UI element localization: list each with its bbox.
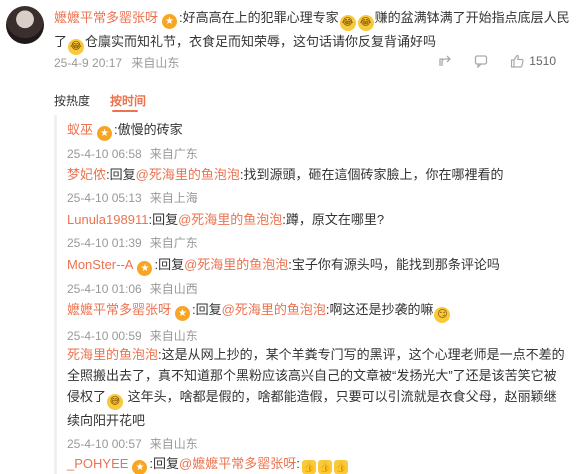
member-badge-icon: ★ bbox=[137, 261, 153, 276]
reply-time: 25-4-10 00:57 bbox=[67, 437, 142, 451]
tab-by-time[interactable]: 按时间 bbox=[110, 92, 146, 109]
member-badge-icon: ★ bbox=[175, 306, 191, 321]
avatar[interactable] bbox=[6, 6, 44, 44]
list-item: Lunula198911:回复@死海里的鱼泡泡:蹲，原文在哪里? 25-4-10… bbox=[67, 209, 567, 251]
reply-time: 25-4-10 05:13 bbox=[67, 191, 142, 205]
facepalm-emoji-icon: 😅 bbox=[107, 394, 124, 410]
main-comment-location: 来自山东 bbox=[131, 56, 180, 70]
like-icon bbox=[510, 54, 524, 68]
reply-mention[interactable]: @死海里的鱼泡泡 bbox=[178, 212, 282, 227]
reply-text: :啊这还是抄袭的嘛 bbox=[325, 302, 434, 317]
reply-prefix: :回复 bbox=[154, 257, 185, 272]
main-comment-actions: 1510 bbox=[438, 54, 556, 69]
sort-tabs: 按热度 按时间 bbox=[54, 92, 146, 112]
reply-time: 25-4-10 01:39 bbox=[67, 236, 142, 250]
reply-text: :找到源頭，砸在這個砖家臉上，你在哪裡看的 bbox=[239, 167, 504, 182]
reply-text: :傲慢的砖家 bbox=[114, 122, 183, 137]
like-count: 1510 bbox=[529, 54, 556, 68]
list-item: 死海里的鱼泡泡:这是从网上抄的，某个羊粪专门写的黑评，这个心理老师是一点不差的全… bbox=[67, 344, 567, 452]
main-comment-meta: 25-4-9 20:17 来自山东 bbox=[54, 54, 179, 71]
main-comment-username[interactable]: 嬷嬷平常多罂张呀 bbox=[54, 10, 158, 25]
smirk-emoji-icon: 😏 bbox=[434, 307, 451, 323]
tab-by-heat[interactable]: 按热度 bbox=[54, 92, 90, 109]
reply-location: 来自山西 bbox=[149, 282, 198, 296]
reply-mention[interactable]: @死海里的鱼泡泡 bbox=[136, 167, 240, 182]
like-button[interactable]: 1510 bbox=[510, 54, 556, 68]
reply-list: 蚁巫 ★:傲慢的砖家 25-4-10 06:58 来自广东 梦妃侬:回复@死海里的鱼… bbox=[54, 115, 574, 474]
main-comment-body: 嬷嬷平常多罂张呀 ★:好高高在上的犯罪心理专家 😂 😂 赚的盆满钵满了开始指点底层人民了… bbox=[54, 7, 574, 55]
member-badge-icon: ★ bbox=[97, 126, 113, 141]
reply-location: 来自广东 bbox=[149, 147, 198, 161]
member-badge-icon: ★ bbox=[162, 14, 178, 29]
active-tab-indicator bbox=[112, 110, 138, 112]
member-badge-icon: ★ bbox=[132, 460, 148, 474]
list-item: 嬷嬷平常多罂张呀 ★:回复@死海里的鱼泡泡:啊这还是抄袭的嘛 😏 25-4-10 0… bbox=[67, 299, 567, 344]
reply-location: 来自山东 bbox=[149, 329, 198, 343]
reply-text: : bbox=[296, 456, 300, 471]
list-item: MonSter--A ★:回复@死海里的鱼泡泡:宝子你有源头吗，能找到那条评论吗 … bbox=[67, 254, 567, 297]
main-comment-text-3: 仓廪实而知礼节，衣食足而知荣辱，这句话请你反复背诵好吗 bbox=[85, 34, 437, 49]
reply-mention[interactable]: @死海里的鱼泡泡 bbox=[184, 257, 288, 272]
reply-text-b: 这年头，啥都是假的，啥都能造假，只要可以引流就是衣食父母，赵丽颖继续向阳开花吧 bbox=[67, 389, 557, 428]
list-item: 蚁巫 ★:傲慢的砖家 25-4-10 06:58 来自广东 bbox=[67, 119, 567, 162]
thumbs-up-emoji-icon: 👍 bbox=[301, 460, 316, 474]
reply-prefix: :回复 bbox=[106, 167, 136, 182]
thumbs-up-emoji-icon: 👍 bbox=[317, 460, 332, 474]
reply-location: 来自广东 bbox=[149, 236, 198, 250]
reply-username[interactable]: 嬷嬷平常多罂张呀 bbox=[67, 302, 171, 317]
reply-location: 来自上海 bbox=[149, 191, 198, 205]
reply-username[interactable]: 梦妃侬 bbox=[67, 167, 106, 182]
reply-location: 来自山东 bbox=[149, 437, 198, 451]
reply-mention[interactable]: @嬷嬷平常多罂张呀 bbox=[179, 456, 296, 471]
reply-prefix: :回复 bbox=[148, 212, 179, 227]
laugh-emoji-icon: 😂 bbox=[339, 15, 356, 31]
reply-username[interactable]: Lunula198911 bbox=[67, 212, 148, 227]
reply-username[interactable]: MonSter--A bbox=[67, 257, 133, 272]
main-comment-time: 25-4-9 20:17 bbox=[54, 56, 123, 70]
main-comment-text-1: :好高高在上的犯罪心理专家 bbox=[179, 10, 339, 25]
reply-prefix: :回复 bbox=[192, 302, 222, 317]
list-item: _POHYEE ★:回复@嬷嬷平常多罂张呀: 👍 👍 👍 bbox=[67, 453, 567, 474]
reply-text: :宝子你有源头吗，能找到那条评论吗 bbox=[288, 257, 500, 272]
reply-mention[interactable]: @死海里的鱼泡泡 bbox=[222, 302, 326, 317]
reply-text: :蹲，原文在哪里? bbox=[282, 212, 385, 227]
laugh-emoji-icon: 😂 bbox=[68, 39, 85, 55]
reply-username[interactable]: _POHYEE bbox=[67, 456, 128, 471]
thumbs-up-emoji-icon: 👍 bbox=[333, 460, 348, 474]
reply-prefix: :回复 bbox=[149, 456, 180, 471]
comment-icon[interactable] bbox=[474, 54, 488, 69]
reply-username[interactable]: 死海里的鱼泡泡 bbox=[67, 347, 158, 362]
reply-username[interactable]: 蚁巫 bbox=[67, 122, 93, 137]
list-item: 梦妃侬:回复@死海里的鱼泡泡:找到源頭，砸在這個砖家臉上，你在哪裡看的 25-4… bbox=[67, 164, 567, 206]
share-icon[interactable] bbox=[438, 54, 452, 68]
reply-time: 25-4-10 00:59 bbox=[67, 329, 142, 343]
reply-time: 25-4-10 06:58 bbox=[67, 147, 142, 161]
main-comment: 嬷嬷平常多罂张呀 ★:好高高在上的犯罪心理专家 😂 😂 赚的盆满钵满了开始指点底层人民了… bbox=[0, 0, 578, 86]
laugh-emoji-icon: 😂 bbox=[357, 15, 374, 31]
reply-time: 25-4-10 01:06 bbox=[67, 282, 142, 296]
